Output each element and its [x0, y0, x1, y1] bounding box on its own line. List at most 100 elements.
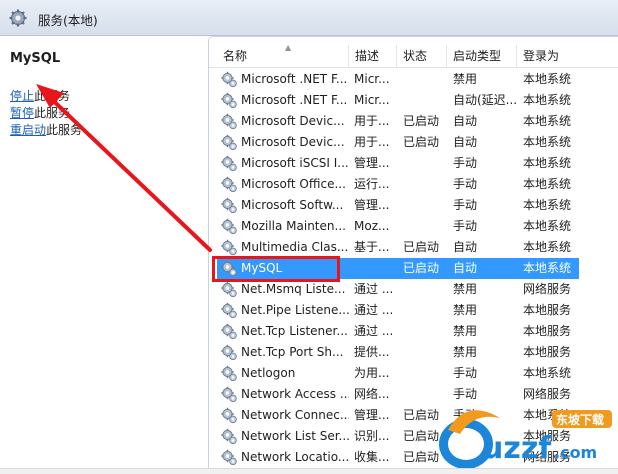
cell-log-on-as: 本地系统 — [523, 114, 572, 128]
cell-startup-type: 手动 — [453, 366, 478, 380]
restart-service-link[interactable]: 重启动 — [10, 123, 46, 137]
cell-description: 用于... — [354, 114, 390, 128]
cell-status — [403, 342, 449, 363]
service-gear-icon — [221, 281, 237, 298]
service-gear-icon — [221, 323, 237, 340]
svg-text:uzzf: uzzf — [482, 431, 552, 466]
cell-description: 管理... — [354, 156, 390, 170]
cell-log-on-as: 本地服务 — [523, 324, 572, 338]
table-row[interactable]: Microsoft iSCSI I... 管理... 手动 本地系统 — [209, 153, 618, 174]
service-gear-icon — [221, 176, 237, 193]
stop-service-text: 此服务 — [34, 89, 71, 103]
cell-log-on-as: 本地系统 — [523, 261, 572, 275]
cell-description: 管理... — [354, 408, 390, 422]
table-row[interactable]: Net.Tcp Port Sh... 提供... 禁用 本地服务 — [209, 342, 618, 363]
cell-log-on-as: 本地系统 — [523, 156, 572, 170]
cell-description: 收集... — [354, 450, 390, 464]
table-row[interactable]: Microsoft Softw... 管理... 手动 本地系统 — [209, 195, 618, 216]
table-row[interactable]: Mozilla Mainten... Moz... 手动 本地系统 — [209, 216, 618, 237]
table-row[interactable]: Microsoft .NET F... Micr... 禁用 本地系统 — [209, 69, 618, 90]
service-gear-icon — [221, 407, 237, 424]
cell-startup-type: 禁用 — [453, 282, 478, 296]
table-row[interactable]: Microsoft Office... 运行... 手动 本地系统 — [209, 174, 618, 195]
cell-name: Network Locatio... — [241, 450, 349, 464]
gear-icon — [9, 9, 27, 27]
cell-status — [403, 90, 449, 111]
cell-name: Microsoft .NET F... — [241, 72, 348, 86]
cell-name: Net.Tcp Port Sh... — [241, 345, 344, 359]
cell-name: Microsoft Softw... — [241, 198, 344, 212]
cell-log-on-as: 本地服务 — [523, 345, 572, 359]
cell-startup-type: 手动 — [453, 219, 478, 233]
cell-log-on-as: 本地系统 — [523, 177, 572, 191]
table-row[interactable]: Net.Tcp Listener... 通过 ... 禁用 本地服务 — [209, 321, 618, 342]
table-row[interactable]: Multimedia Clas... 基于... 已启动 自动 本地系统 — [209, 237, 618, 258]
service-gear-icon — [221, 197, 237, 214]
service-gear-icon — [221, 71, 237, 88]
cell-name: Net.Tcp Listener... — [241, 324, 348, 338]
restart-service-action: 重启动此服务 — [10, 122, 82, 138]
cell-name: Net.Pipe Listene... — [241, 303, 349, 317]
cell-status — [403, 195, 449, 216]
cell-status — [403, 216, 449, 237]
cell-startup-type: 禁用 — [453, 303, 478, 317]
service-gear-icon — [221, 218, 237, 235]
table-row[interactable]: Netlogon 为用... 手动 本地系统 — [209, 363, 618, 384]
window-title: 服务(本地) — [38, 13, 98, 28]
table-row[interactable]: Microsoft .NET F... Micr... 自动(延迟... 本地系统 — [209, 90, 618, 111]
service-gear-icon — [221, 134, 237, 151]
table-row[interactable]: Net.Msmq Liste... 通过 ... 禁用 网络服务 — [209, 279, 618, 300]
cell-description: Micr... — [354, 72, 390, 86]
stop-service-link[interactable]: 停止 — [10, 89, 34, 103]
cell-name: Microsoft Devic... — [241, 135, 345, 149]
column-header-row: ▲ 名称 描述 状态 启动类型 登录为 — [209, 43, 618, 68]
cell-status — [403, 69, 449, 90]
restart-service-text: 此服务 — [46, 123, 83, 137]
service-gear-icon — [221, 239, 237, 256]
column-header-name[interactable]: ▲ 名称 — [217, 43, 349, 67]
service-details-pane: MySQL 停止此服务 暂停此服务 重启动此服务 — [0, 36, 208, 473]
service-gear-icon — [221, 302, 237, 319]
table-row[interactable]: Microsoft Devic... 用于... 已启动 自动 本地系统 — [209, 111, 618, 132]
pause-service-link[interactable]: 暂停 — [10, 106, 34, 120]
cell-description: 通过 ... — [354, 282, 394, 296]
cell-name: Microsoft iSCSI I... — [241, 156, 349, 170]
cell-description: 为用... — [354, 366, 390, 380]
cell-name: Net.Msmq Liste... — [241, 282, 346, 296]
horizontal-scrollbar[interactable] — [0, 468, 618, 474]
service-gear-icon — [221, 428, 237, 445]
cell-description: 通过 ... — [354, 324, 394, 338]
column-header-startup-type[interactable]: 启动类型 — [447, 45, 517, 67]
pause-service-action: 暂停此服务 — [10, 105, 70, 121]
cell-log-on-as: 本地系统 — [523, 219, 572, 233]
cell-name: Multimedia Clas... — [241, 240, 349, 254]
cell-log-on-as: 网络服务 — [523, 282, 572, 296]
cell-description: 通过 ... — [354, 303, 394, 317]
cell-status — [403, 174, 449, 195]
column-header-log-on-as[interactable]: 登录为 — [517, 45, 597, 67]
cell-status: 已启动 — [403, 261, 440, 275]
service-gear-icon — [221, 155, 237, 172]
table-row[interactable]: Microsoft Devic... 用于... 已启动 自动 本地系统 — [209, 132, 618, 153]
cell-startup-type: 手动 — [453, 177, 478, 191]
cell-description: 管理... — [354, 198, 390, 212]
cell-description: 用于... — [354, 135, 390, 149]
service-gear-icon — [221, 113, 237, 130]
stop-service-action: 停止此服务 — [10, 88, 70, 104]
cell-log-on-as: 本地服务 — [523, 303, 572, 317]
service-gear-icon — [221, 449, 237, 466]
cell-name: Mozilla Mainten... — [241, 219, 346, 233]
cell-startup-type: 手动 — [453, 156, 478, 170]
service-gear-icon — [221, 386, 237, 403]
cell-description: Micr... — [354, 93, 390, 107]
cell-description: Moz... — [354, 219, 390, 233]
column-header-description[interactable]: 描述 — [349, 45, 397, 67]
cell-log-on-as: 本地系统 — [523, 240, 572, 254]
cell-description: 基于... — [354, 240, 390, 254]
cell-name: Network List Ser... — [241, 429, 349, 443]
column-header-status[interactable]: 状态 — [397, 45, 447, 67]
table-row[interactable]: Net.Pipe Listene... 通过 ... 禁用 本地服务 — [209, 300, 618, 321]
cell-name: Network Connec... — [241, 408, 349, 422]
cell-name: Microsoft Devic... — [241, 114, 345, 128]
svg-text:.com: .com — [554, 443, 597, 462]
